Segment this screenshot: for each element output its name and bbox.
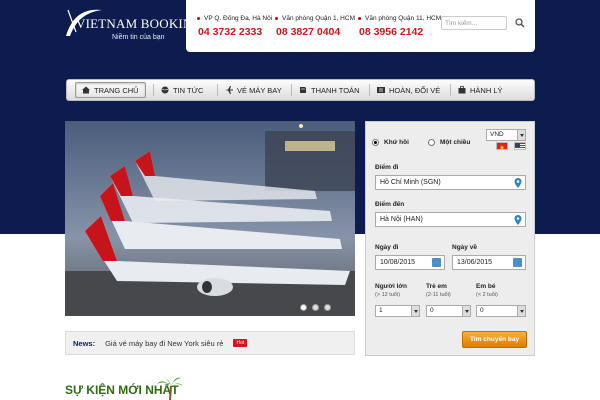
currency-select[interactable]: VND	[486, 129, 526, 141]
children-label: Trẻ em	[426, 283, 447, 290]
slider-dot[interactable]	[300, 304, 307, 311]
location-pin-icon	[514, 215, 522, 225]
search-icon[interactable]	[514, 17, 526, 29]
origin-field[interactable]: Hồ Chí Minh (SGN)	[375, 175, 526, 190]
office-phone[interactable]: 08 3827 0404	[276, 26, 340, 38]
children-select[interactable]: 0	[426, 305, 471, 317]
hot-badge: Hot	[233, 339, 248, 347]
adults-age-note: (> 12 tuổi)	[375, 292, 400, 298]
infants-age-note: (< 2 tuổi)	[476, 292, 498, 298]
roundtrip-radio[interactable]	[372, 139, 379, 146]
to-label: Điểm đến	[375, 201, 405, 208]
calendar-icon[interactable]	[513, 258, 522, 267]
calendar-icon[interactable]	[432, 258, 441, 267]
slider-dot[interactable]	[324, 304, 331, 311]
hero-slider[interactable]	[65, 121, 355, 316]
search-flights-button[interactable]: Tìm chuyến bay	[462, 331, 527, 348]
depart-label: Ngày đi	[375, 244, 399, 251]
payment-icon	[300, 87, 306, 93]
return-label: Ngày về	[452, 244, 477, 251]
trip-type-roundtrip[interactable]: Khứ hồi	[372, 139, 409, 146]
palm-tree-icon	[157, 376, 183, 400]
news-ticker: News: Giá vé máy bay đi New York siêu rẻ…	[65, 331, 355, 355]
luggage-icon	[458, 86, 466, 94]
children-age-note: (2-11 tuổi)	[426, 292, 451, 298]
nav-item-payment[interactable]: THANH TOÁN	[293, 82, 365, 98]
exchange-icon	[377, 87, 385, 93]
search-input[interactable]: Tìm kiếm...	[441, 16, 507, 30]
flight-search-form: Khứ hồi Một chiều VND Điểm đi Hồ Chí Min…	[365, 121, 535, 356]
site-logo[interactable]: VIETNAM BOOKING Niềm tin của bạn	[64, 6, 202, 46]
infants-select[interactable]: 0	[476, 305, 526, 317]
hero-airplane-image	[65, 121, 355, 316]
nav-item-refund[interactable]: HOÀN, ĐỔI VÉ	[371, 82, 446, 98]
slider-pagination	[300, 304, 331, 311]
infants-label: Em bé	[476, 283, 496, 290]
adults-label: Người lớn	[375, 283, 408, 290]
office-label: Văn phòng Quận 11, HCM	[358, 15, 441, 22]
destination-field[interactable]: Hà Nội (HAN)	[375, 212, 526, 227]
us-flag-icon[interactable]	[514, 142, 526, 150]
office-label: VP Q. Đống Đa, Hà Nội	[197, 15, 272, 22]
main-navigation: TRANG CHỦ TIN TỨC VÉ MÁY BAY THANH TOÁN …	[66, 79, 535, 101]
brand-tagline: Niềm tin của bạn	[112, 34, 165, 41]
from-label: Điểm đi	[375, 164, 399, 171]
location-pin-icon	[514, 178, 522, 188]
slider-dot[interactable]	[312, 304, 319, 311]
plane-icon	[225, 86, 233, 94]
nav-item-flights[interactable]: VÉ MÁY BAY	[219, 82, 288, 98]
nav-item-luggage[interactable]: HÀNH LÝ	[452, 82, 509, 98]
office-phone[interactable]: 08 3956 2142	[359, 26, 423, 38]
brand-name: VIETNAM BOOKING	[76, 16, 203, 31]
trip-type-oneway[interactable]: Một chiều	[428, 139, 470, 146]
adults-select[interactable]: 1	[375, 305, 420, 317]
header-contact-panel: VP Q. Đống Đa, Hà Nội 04 3732 2333 Văn p…	[186, 0, 535, 52]
return-date-field[interactable]: 13/06/2015	[452, 255, 526, 270]
oneway-radio[interactable]	[428, 139, 435, 146]
nav-item-news[interactable]: TIN TỨC	[155, 82, 209, 98]
news-headline-link[interactable]: Giá vé máy bay đi New York siêu rẻ	[105, 339, 223, 348]
news-label: News:	[73, 338, 96, 348]
office-label: Văn phòng Quận 1, HCM	[275, 15, 355, 22]
depart-date-field[interactable]: 10/08/2015	[375, 255, 445, 270]
globe-icon	[161, 86, 169, 94]
vietnam-flag-icon[interactable]	[496, 142, 508, 150]
office-phone[interactable]: 04 3732 2333	[198, 26, 262, 38]
home-icon	[82, 86, 90, 94]
nav-item-home[interactable]: TRANG CHỦ	[75, 82, 146, 98]
